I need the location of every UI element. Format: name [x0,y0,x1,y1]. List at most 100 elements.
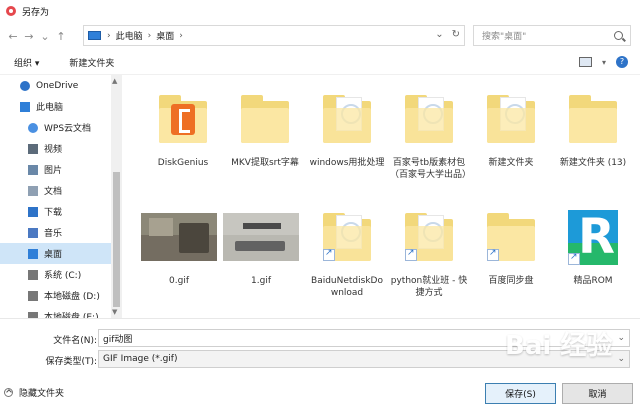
thumbnail [554,85,632,153]
folder-icon [405,95,453,143]
forward-icon[interactable]: → [21,30,37,43]
toolbar: 组织 ▾ 新建文件夹 ▾ ? [0,50,640,75]
file-name: windows用批处理 [309,158,385,168]
search-input[interactable]: 搜索"桌面" [473,25,631,46]
file-name: MKV提取srt字幕 [231,158,299,168]
chevron-down-icon[interactable]: ⌄ [617,333,625,343]
shortcut-arrow-icon [323,248,335,261]
help-icon[interactable]: ? [616,56,628,68]
file-name: 精品ROM [573,276,613,286]
baidu-watermark: Bai 经验 [505,331,613,361]
sidebar-item-drive-d[interactable]: 本地磁盘 (D:) [0,285,122,306]
save-button[interactable]: 保存(S) [485,383,556,404]
download-icon [28,206,38,217]
shortcut-arrow-icon [568,252,580,265]
folder-icon [323,213,371,261]
hide-folders-label: 隐藏文件夹 [19,389,65,399]
file-grid: DiskGenius MKV提取srt字幕 windows用批处理 百家号tb版… [122,75,640,318]
file-tile-rom[interactable]: 精品ROM [554,203,632,313]
dropdown-history-icon[interactable]: ⌄ [37,30,53,43]
sidebar-item-pictures[interactable]: 图片 [0,159,122,180]
file-tile-python[interactable]: python就业班 - 快捷方式 [390,203,468,313]
breadcrumb-desktop[interactable]: 桌面 [156,29,174,42]
sidebar-scrollbar[interactable]: ▲ ▼ [111,75,122,318]
address-actions: ⌄ ↻ [435,29,460,40]
desktop-icon [28,248,38,259]
cloud-icon [20,80,30,91]
thumbnail [472,85,550,153]
address-bar[interactable]: › 此电脑 › 桌面 › ⌄ ↻ [83,25,465,46]
music-icon [28,227,38,238]
file-name: BaiduNetdiskDownload [311,276,383,298]
thumbnail [554,203,632,271]
gif-preview [223,213,299,261]
thumbnail [390,203,468,271]
computer-icon [20,101,30,112]
app-icon [6,6,16,16]
file-tile-baidunetdisk[interactable]: BaiduNetdiskDownload [308,203,386,313]
thumbnail [472,203,550,271]
sidebar-item-downloads[interactable]: 下载 [0,201,122,222]
sidebar-item-documents[interactable]: 文档 [0,180,122,201]
file-tile-mkv[interactable]: MKV提取srt字幕 [226,85,304,195]
chevron-down-icon[interactable]: ⌄ [617,354,625,364]
cloud-icon [28,122,38,133]
scroll-down-icon[interactable]: ▼ [112,308,117,316]
sidebar-item-desktop[interactable]: 桌面 [0,243,122,264]
sidebar-item-onedrive[interactable]: OneDrive [0,75,122,96]
pictures-icon [28,164,38,175]
search-icon[interactable] [614,31,623,40]
diskgenius-icon [171,104,195,135]
file-name: 百度同步盘 [488,276,534,286]
file-name: DiskGenius [157,158,209,168]
sidebar-item-this-pc[interactable]: 此电脑 [0,96,122,117]
file-tile-1-gif[interactable]: 1.gif [222,203,300,313]
gif-preview [141,213,217,261]
rom-app-icon [568,209,618,265]
scroll-thumb[interactable] [113,172,120,307]
refresh-icon[interactable]: ↻ [452,29,460,40]
folder-icon [241,95,289,143]
thumbnail [226,85,304,153]
toolbar-right: ▾ ? [578,56,628,68]
chevron-up-icon [4,388,13,397]
sidebar-item-videos[interactable]: 视频 [0,138,122,159]
breadcrumb-this-pc[interactable]: 此电脑 [116,29,143,42]
search-placeholder: 搜索"桌面" [482,32,527,42]
folder-icon [159,95,207,143]
window-title: 另存为 [22,7,50,18]
sidebar-item-music[interactable]: 音乐 [0,222,122,243]
file-tile-0-gif[interactable]: 0.gif [140,203,218,313]
file-tile-baidu-sync[interactable]: 百度同步盘 [472,203,550,313]
new-folder-button[interactable]: 新建文件夹 [69,56,114,69]
shortcut-arrow-icon [487,248,499,261]
file-tile-diskgenius[interactable]: DiskGenius [144,85,222,195]
file-tile-new-folder-13[interactable]: 新建文件夹 (13) [554,85,632,195]
organize-button[interactable]: 组织 ▾ [14,56,39,69]
title-bar: 另存为 [0,0,640,22]
folder-icon [405,213,453,261]
cancel-button[interactable]: 取消 [562,383,633,404]
sidebar-item-drive-c[interactable]: 系统 (C:) [0,264,122,285]
address-dropdown-icon[interactable]: ⌄ [435,29,443,40]
thumbnail [144,85,222,153]
file-name: python就业班 - 快捷方式 [390,276,468,298]
up-arrow-icon[interactable]: ↑ [53,30,69,43]
scroll-up-icon[interactable]: ▲ [112,77,117,85]
view-options-icon[interactable] [578,57,592,67]
file-tile-baijiahao[interactable]: 百家号tb版素材包（百家号大学出品） [390,85,471,195]
file-tile-new-folder[interactable]: 新建文件夹 [472,85,550,195]
breadcrumb-separator-icon: › [179,30,183,41]
sidebar-item-wps-cloud[interactable]: WPS云文档 [0,117,122,138]
filetype-value: GIF Image (*.gif) [103,354,178,364]
thumbnail [308,85,386,153]
view-dropdown-icon[interactable]: ▾ [602,58,606,67]
shortcut-arrow-icon [405,248,417,261]
sidebar-item-drive-e[interactable]: 本地磁盘 (E:) [0,306,122,318]
filename-value: gif动图 [103,334,133,345]
back-icon[interactable]: ← [5,30,21,43]
hide-folders-toggle[interactable]: 隐藏文件夹 [4,386,64,399]
file-tile-windows-batch[interactable]: windows用批处理 [308,85,386,195]
filetype-label: 保存类型(T): [45,357,97,367]
thumbnail [140,203,218,271]
